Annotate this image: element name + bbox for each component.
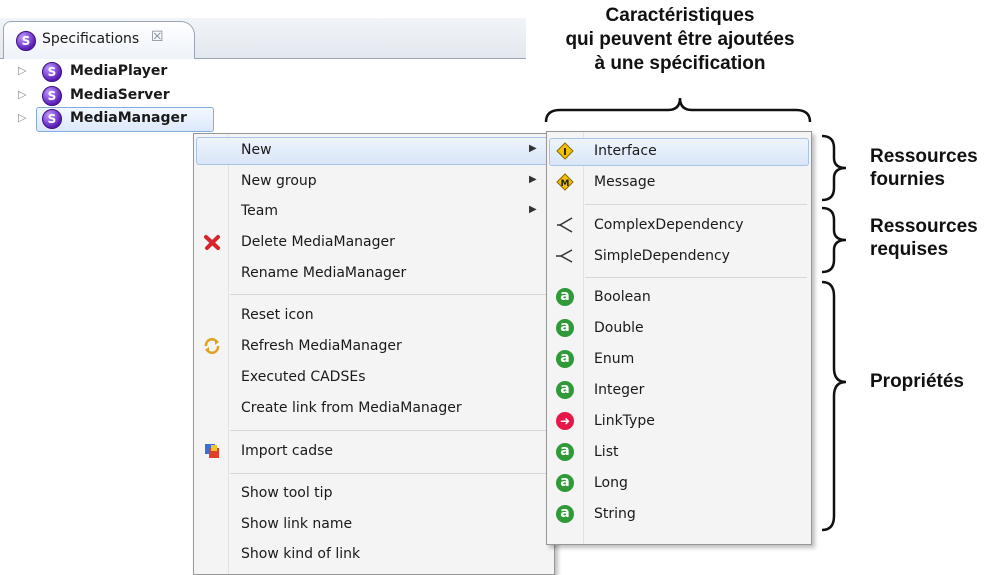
annotation-line: Ressources — [870, 146, 978, 167]
horizontal-brace — [544, 97, 812, 123]
annotation-properties: Propriétés — [870, 371, 964, 392]
annotation-braces — [544, 97, 847, 532]
annotation-line: fournies — [870, 169, 945, 190]
annotation-line: Ressources — [870, 216, 978, 237]
vertical-brace-required — [821, 206, 847, 274]
annotation-provided: Ressources fournies — [870, 145, 978, 191]
annotation-line: requises — [870, 239, 949, 260]
vertical-brace-properties — [821, 280, 847, 532]
annotation-required: Ressources requises — [870, 215, 978, 261]
vertical-brace-provided — [821, 134, 847, 202]
